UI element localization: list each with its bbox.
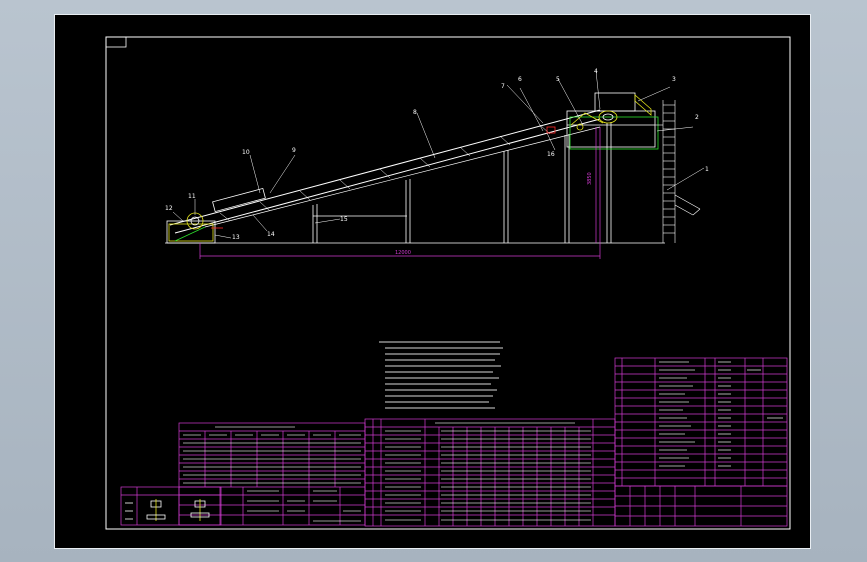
part-label-5: 5: [556, 76, 560, 83]
part-label-15: 15: [340, 216, 348, 223]
chain-spec-table: [364, 418, 616, 527]
conveyor-elevation: 12000 3850 1 2 3 4 5 6 7 8 9 10 11 12 13…: [165, 68, 709, 259]
part-label-7: 7: [501, 83, 505, 90]
part-label-11: 11: [188, 193, 196, 200]
part-label-1: 1: [705, 166, 709, 173]
dim-vertical: 3850: [587, 172, 593, 185]
part-label-2: 2: [695, 114, 699, 121]
part-label-3: 3: [672, 76, 676, 83]
part-label-14: 14: [267, 231, 275, 238]
title-block: [614, 485, 788, 527]
part-label-13: 13: [232, 234, 240, 241]
sheet-corner-box: [105, 36, 127, 48]
part-label-6: 6: [518, 76, 522, 83]
chain-spec-text: [385, 422, 591, 521]
detail-symbols: [125, 499, 210, 521]
part-label-9: 9: [292, 147, 296, 154]
part-label-4: 4: [594, 68, 598, 75]
detail-table: [120, 486, 222, 526]
technical-notes: [379, 341, 503, 409]
cad-drawing: 12000 3850 1 2 3 4 5 6 7 8 9 10 11 12 13…: [105, 36, 791, 530]
dim-horizontal: 12000: [395, 250, 411, 256]
part-label-12: 12: [165, 205, 173, 212]
part-label-10: 10: [242, 149, 250, 156]
cad-viewport[interactable]: 12000 3850 1 2 3 4 5 6 7 8 9 10 11 12 13…: [54, 14, 811, 549]
spec-table-text: [183, 426, 361, 522]
spec-table: [178, 422, 366, 526]
part-label-8: 8: [413, 109, 417, 116]
parts-list-table: [614, 357, 788, 487]
part-label-16: 16: [547, 151, 555, 158]
